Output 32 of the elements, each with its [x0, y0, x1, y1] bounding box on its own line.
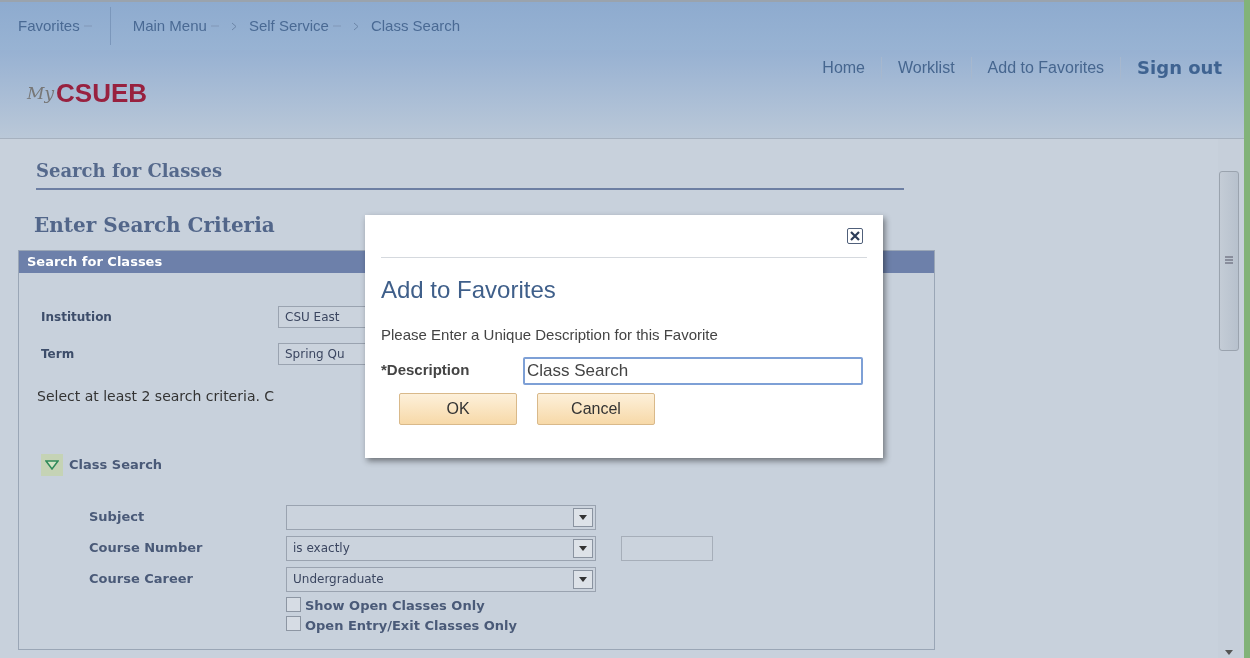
field-label: *Description	[381, 360, 471, 381]
breadcrumb-link[interactable]: Main Menu	[132, 14, 219, 38]
header-link[interactable]: Worklist	[898, 55, 955, 80]
dropdown-field[interactable]: is exactly	[286, 535, 596, 561]
field-label: Course Number	[89, 539, 204, 558]
breadcrumb-link[interactable]: Self Service	[248, 14, 341, 38]
header-link[interactable]: Home	[822, 55, 865, 80]
select-field[interactable]: Spring Qu	[278, 342, 366, 365]
section-heading: Enter Search Criteria	[34, 212, 275, 239]
dialog-button[interactable]: OK	[399, 392, 517, 425]
dialog-prompt: Please Enter a Unique Description for this Favorite	[381, 325, 718, 345]
header-link[interactable]: Sign out	[1137, 54, 1222, 81]
description-field[interactable]: Class Search	[523, 356, 863, 385]
checkbox-label: Open Entry/Exit Classes Only	[305, 616, 517, 635]
field-label: Institution	[41, 308, 113, 326]
dialog-button[interactable]: Cancel	[537, 392, 655, 425]
field-label: Term	[41, 345, 76, 363]
panel-title: Search for Classes	[27, 253, 163, 272]
dialog-title: Add to Favorites	[381, 275, 556, 305]
checkbox-label: Show Open Classes Only	[305, 597, 485, 615]
instruction-text: Select at least 2 search criteria. C	[37, 387, 275, 406]
select-field[interactable]: CSU East	[278, 305, 366, 328]
favorites-menu[interactable]: Favorites	[0, 2, 110, 50]
section-toggle[interactable]: Class Search	[41, 454, 163, 476]
logo-prefix: My	[27, 81, 54, 105]
field-label: Subject	[89, 508, 146, 527]
field-label: Course Career	[89, 570, 194, 589]
page-title: Search for Classes	[36, 160, 223, 181]
header-link[interactable]: Add to Favorites	[987, 55, 1105, 80]
breadcrumb-link[interactable]: Class Search	[370, 14, 461, 38]
dropdown-field[interactable]: Undergraduate	[286, 566, 596, 592]
logo-text: CSUEB	[56, 80, 148, 106]
